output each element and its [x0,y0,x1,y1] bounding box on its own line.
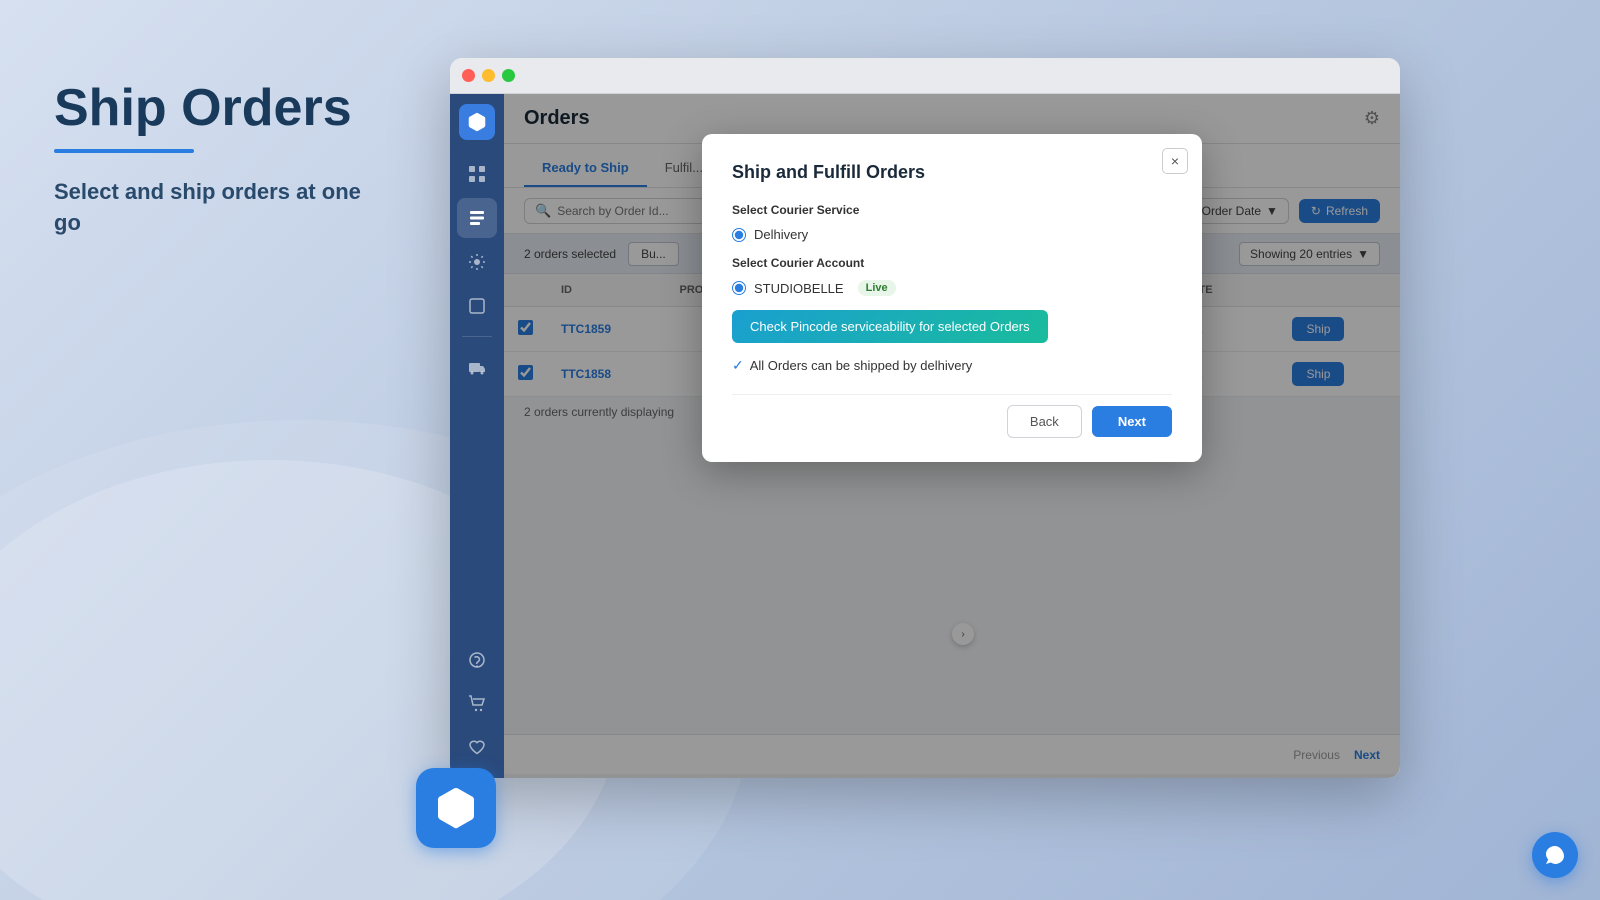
success-message-row: ✓ All Orders can be shipped by delhivery [732,357,1172,374]
app-window: Orders ⚙ Ready to Ship Fulfil... 🔍 Order [450,58,1400,778]
account-option-studiobelle: STUDIOBELLE Live [732,280,1172,296]
sidebar-item-favorites[interactable] [457,728,497,768]
sidebar-item-support[interactable] [457,640,497,680]
sidebar-item-page[interactable] [457,286,497,326]
chat-bubble[interactable] [1532,832,1578,878]
sidebar-item-settings[interactable] [457,242,497,282]
modal-footer: Back Next [732,394,1172,438]
heading-underline [54,149,194,153]
app-body: Orders ⚙ Ready to Ship Fulfil... 🔍 Order [450,94,1400,778]
sidebar-logo[interactable] [459,104,495,140]
minimize-traffic-light[interactable] [482,69,495,82]
courier-section-label: Select Courier Service [732,203,1172,217]
app-icon[interactable] [416,768,496,848]
chat-icon [1544,844,1566,866]
sidebar-item-cart[interactable] [457,684,497,724]
maximize-traffic-light[interactable] [502,69,515,82]
courier-radio-delhivery[interactable] [732,228,746,242]
sidebar-bottom [457,640,497,768]
page-subtitle: Select and ship orders at one go [54,177,390,239]
courier-label-delhivery: Delhivery [754,227,808,242]
logo-icon [466,111,488,133]
check-pincode-button[interactable]: Check Pincode serviceability for selecte… [732,310,1048,343]
title-bar [450,58,1400,94]
sidebar-item-grid[interactable] [457,154,497,194]
modal: Ship and Fulfill Orders × Select Courier… [702,134,1202,462]
main-content: Orders ⚙ Ready to Ship Fulfil... 🔍 Order [504,94,1400,778]
sidebar [450,94,504,778]
account-section-label: Select Courier Account [732,256,1172,270]
back-button[interactable]: Back [1007,405,1082,438]
page-heading: Ship Orders [54,80,390,137]
account-radio-studiobelle[interactable] [732,281,746,295]
success-message: All Orders can be shipped by delhivery [750,358,973,373]
next-button[interactable]: Next [1092,406,1172,437]
modal-close-button[interactable]: × [1162,148,1188,174]
sidebar-item-delivery[interactable] [457,347,497,387]
courier-option-delhivery: Delhivery [732,227,1172,242]
modal-overlay: Ship and Fulfill Orders × Select Courier… [504,94,1400,778]
sidebar-divider [462,336,492,337]
sidebar-item-orders[interactable] [457,198,497,238]
account-label-studiobelle: STUDIOBELLE [754,281,844,296]
success-check-icon: ✓ [732,357,744,374]
close-traffic-light[interactable] [462,69,475,82]
live-badge: Live [858,280,896,296]
left-panel: Ship Orders Select and ship orders at on… [0,0,440,900]
modal-title: Ship and Fulfill Orders [732,162,1172,183]
box-icon [432,784,480,832]
